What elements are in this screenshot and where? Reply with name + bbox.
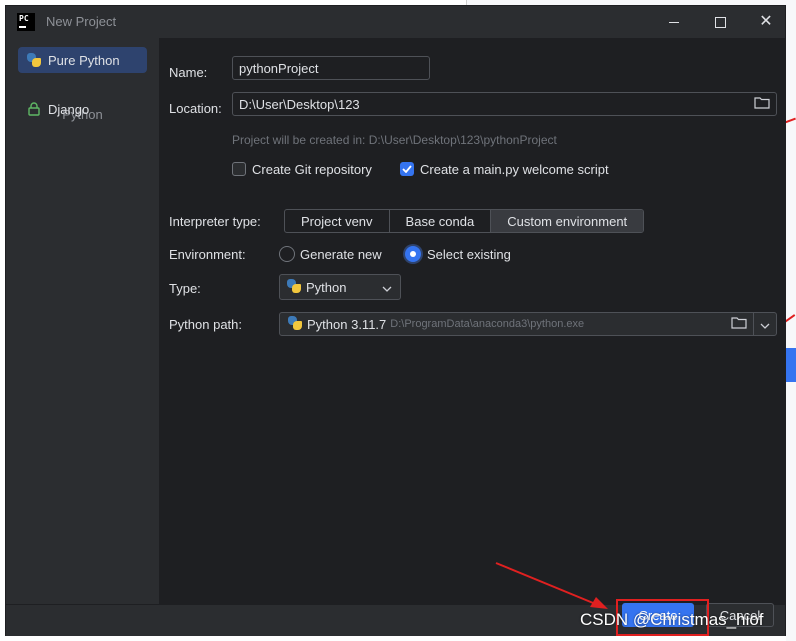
browse-folder-icon[interactable] xyxy=(754,96,770,112)
select-existing-label: Select existing xyxy=(427,247,511,262)
python-icon xyxy=(287,278,301,296)
name-input[interactable]: pythonProject xyxy=(232,56,430,80)
interpreter-type-project-venv[interactable]: Project venv xyxy=(285,210,390,232)
title-bar: PC New Project ✕ xyxy=(6,6,785,38)
create-main-checkbox[interactable] xyxy=(400,162,414,176)
pycharm-logo-icon: PC xyxy=(17,13,35,31)
select-existing-radio[interactable] xyxy=(405,246,421,262)
interpreter-type-selector: Project venv Base conda Custom environme… xyxy=(284,209,645,233)
minimize-icon xyxy=(669,21,679,23)
location-input[interactable]: D:\User\Desktop\123 xyxy=(232,92,777,116)
chevron-down-icon[interactable] xyxy=(760,317,770,332)
create-git-checkbox[interactable] xyxy=(232,162,246,176)
sidebar-item-label: Pure Python xyxy=(48,52,120,68)
background-blue-element xyxy=(786,348,796,382)
maximize-icon xyxy=(714,16,726,28)
checkmark-icon xyxy=(402,165,412,173)
sidebar-item-django[interactable]: Django xyxy=(18,96,147,122)
name-input-value: pythonProject xyxy=(239,60,319,76)
environment-label: Environment: xyxy=(169,247,246,262)
new-project-dialog: PC New Project ✕ Pure Python Python Djan… xyxy=(5,5,786,636)
type-dropdown[interactable]: Python xyxy=(279,274,401,300)
name-label: Name: xyxy=(169,65,208,80)
close-icon: ✕ xyxy=(759,13,773,30)
type-label: Type: xyxy=(169,281,201,296)
location-label: Location: xyxy=(169,101,222,116)
chevron-down-icon xyxy=(382,280,392,295)
create-main-label: Create a main.py welcome script xyxy=(420,162,609,177)
minimize-button[interactable] xyxy=(651,6,697,38)
interpreter-type-label: Interpreter type: xyxy=(169,214,261,229)
project-settings-panel: Name: pythonProject Location: D:\User\De… xyxy=(160,38,785,604)
create-git-label: Create Git repository xyxy=(252,162,372,177)
location-input-value: D:\User\Desktop\123 xyxy=(239,96,360,112)
lock-icon xyxy=(26,101,42,117)
divider xyxy=(753,313,754,335)
python-executable-path: D:\ProgramData\anaconda3\python.exe xyxy=(390,318,585,330)
python-version: Python 3.11.7 xyxy=(307,316,387,332)
python-icon xyxy=(26,52,42,68)
interpreter-type-base-conda[interactable]: Base conda xyxy=(390,210,492,232)
python-icon xyxy=(288,315,302,333)
annotation-arrow-icon xyxy=(495,562,608,609)
sidebar-item-pure-python[interactable]: Pure Python xyxy=(18,47,147,73)
project-type-sidebar: Pure Python Python Django xyxy=(6,38,160,604)
maximize-button[interactable] xyxy=(697,6,743,38)
interpreter-type-custom-environment[interactable]: Custom environment xyxy=(491,210,644,232)
browse-folder-icon[interactable] xyxy=(731,316,747,332)
python-path-dropdown[interactable]: Python 3.11.7 D:\ProgramData\anaconda3\p… xyxy=(279,312,777,336)
type-dropdown-value: Python xyxy=(306,279,347,295)
project-location-hint: Project will be created in: D:\User\Desk… xyxy=(232,133,557,147)
generate-new-label: Generate new xyxy=(300,247,382,262)
window-title: New Project xyxy=(46,14,117,29)
python-path-label: Python path: xyxy=(169,317,242,332)
sidebar-item-label: Django xyxy=(48,101,90,117)
watermark: CSDN @Christmas_hiof xyxy=(580,610,764,629)
generate-new-radio[interactable] xyxy=(279,246,295,262)
close-button[interactable]: ✕ xyxy=(743,6,789,38)
